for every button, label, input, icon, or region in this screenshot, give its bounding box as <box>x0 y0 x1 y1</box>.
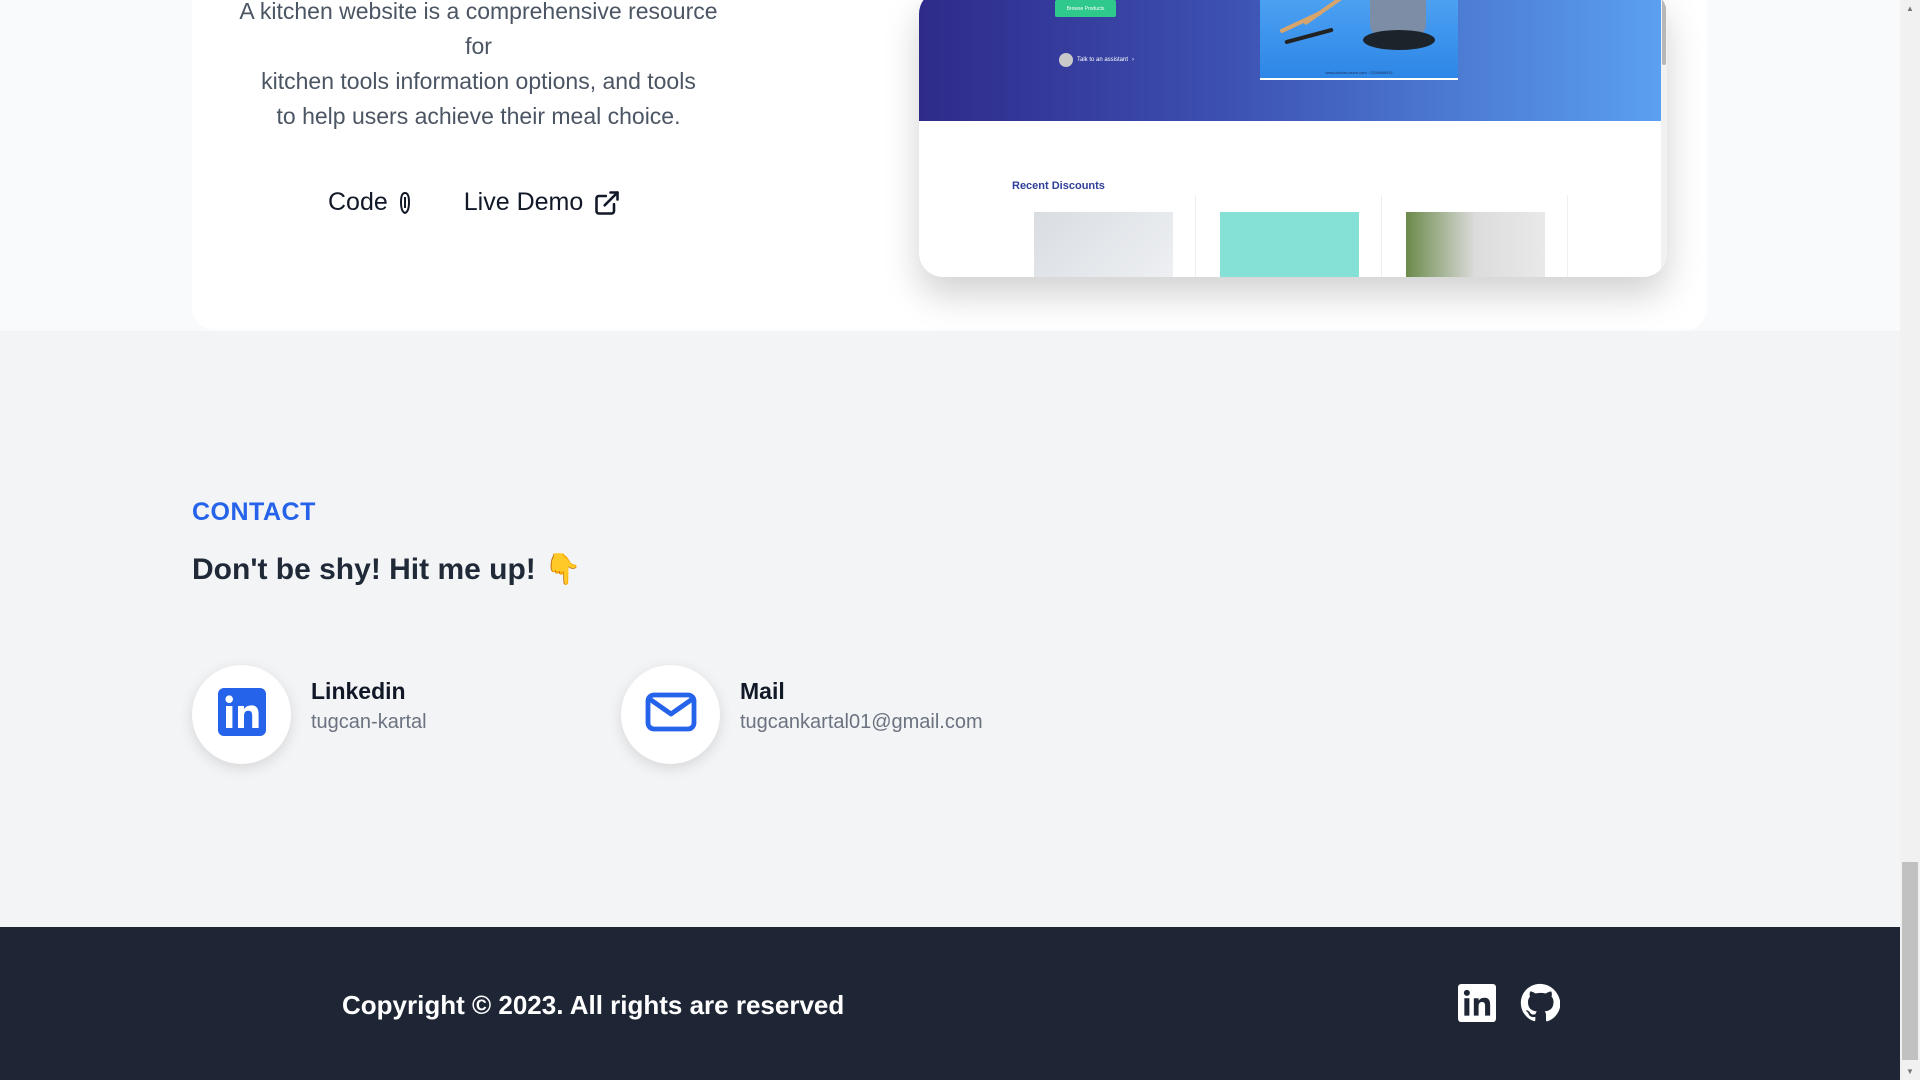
contact-name: Mail <box>740 677 785 704</box>
scrollbar-thumb[interactable] <box>1902 862 1918 1060</box>
avatar <box>1059 53 1073 67</box>
contact-name: Linkedin <box>311 677 406 704</box>
contact-value: tugcan-kartal <box>311 710 427 733</box>
preview-browse-button: Browse Products <box>1055 0 1116 17</box>
preview-discount-image <box>1406 212 1545 277</box>
contact-mail[interactable]: Mail tugcankartal01@gmail.com <box>621 665 983 764</box>
contact-title: Don't be shy! Hit me up! 👇 <box>192 553 582 586</box>
preview-hero-caption: www.kitchen-store.com · 2204088913 <box>1325 70 1393 75</box>
preview-discount-image <box>1220 212 1359 277</box>
mail-icon-circle[interactable] <box>621 665 720 764</box>
footer-social-links <box>1458 983 1561 1028</box>
code-link-label: Code <box>328 188 388 216</box>
linkedin-icon-circle[interactable] <box>192 665 291 764</box>
linkedin-icon[interactable] <box>1458 984 1496 1027</box>
preview-hero-banner: Browse Products Talk to an assistant › w… <box>919 0 1661 121</box>
preview-discount-image <box>1034 212 1173 277</box>
linkedin-icon <box>217 688 266 741</box>
scroll-down-arrow-icon[interactable]: ▼ <box>1900 1063 1920 1080</box>
description-line: A kitchen website is a comprehensive res… <box>239 0 718 24</box>
preview-assistant-label: Talk to an assistant <box>1077 57 1129 63</box>
mail-icon <box>645 691 697 738</box>
scroll-up-arrow-icon[interactable]: ▲ <box>1900 0 1920 17</box>
live-demo-link[interactable]: Live Demo <box>464 188 622 217</box>
preview-assistant-link: Talk to an assistant › <box>1059 53 1134 67</box>
project-screenshot: Browse Products Talk to an assistant › w… <box>919 0 1667 277</box>
live-demo-label: Live Demo <box>463 188 584 216</box>
description-line: for <box>465 33 492 59</box>
contact-section-label: CONTACT <box>192 498 316 526</box>
copyright-text: Copyright © 2023. All rights are reserve… <box>342 990 845 1020</box>
page-scrollbar[interactable]: ▲ ▼ <box>1900 0 1920 1080</box>
github-icon[interactable] <box>1520 983 1561 1028</box>
preview-hero-image: www.kitchen-store.com · 2204088913 <box>1260 0 1458 80</box>
project-links: Code Live Demo <box>328 188 621 217</box>
contact-value: tugcankartal01@gmail.com <box>740 710 983 733</box>
preview-recent-title: Recent Discounts <box>1012 180 1105 192</box>
external-link-icon <box>593 189 621 217</box>
github-icon <box>398 191 412 215</box>
project-description: A kitchen website is a comprehensive res… <box>235 0 722 134</box>
contact-linkedin[interactable]: Linkedin tugcan-kartal <box>192 665 427 764</box>
description-line: to help users achieve their meal choice. <box>276 103 681 129</box>
code-link[interactable]: Code <box>328 188 412 217</box>
chevron-right-icon: › <box>1132 57 1135 63</box>
description-line: kitchen tools information options, and t… <box>261 68 696 94</box>
preview-scrollbar <box>1661 0 1667 277</box>
footer <box>0 927 1900 1080</box>
